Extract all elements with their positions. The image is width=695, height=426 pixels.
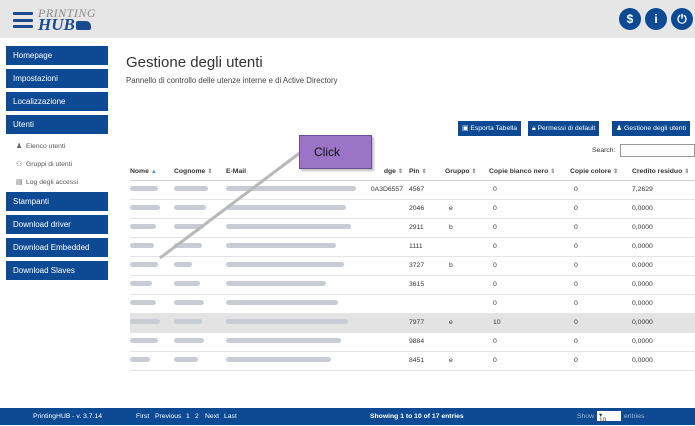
- pointer-line: [159, 147, 306, 260]
- footer: PrintingHUB - v. 3.7.14 First Previous 1…: [0, 408, 695, 425]
- pager-page-1[interactable]: 1: [186, 413, 190, 420]
- pager-next[interactable]: Next: [205, 413, 219, 420]
- show-label: Show: [577, 413, 595, 420]
- showing-text: Showing 1 to 10 of 17 entries: [370, 413, 464, 420]
- pager-page-2[interactable]: 2: [195, 413, 199, 420]
- show-select[interactable]: 10 ▾: [597, 411, 621, 424]
- click-callout: Click: [299, 135, 372, 169]
- pager-last[interactable]: Last: [224, 413, 237, 420]
- entries-label: entries: [624, 413, 645, 420]
- pager-first[interactable]: First: [136, 413, 149, 420]
- version-text: PrintingHUB - v. 3.7.14: [33, 413, 103, 420]
- pager-previous[interactable]: Previous: [155, 413, 181, 420]
